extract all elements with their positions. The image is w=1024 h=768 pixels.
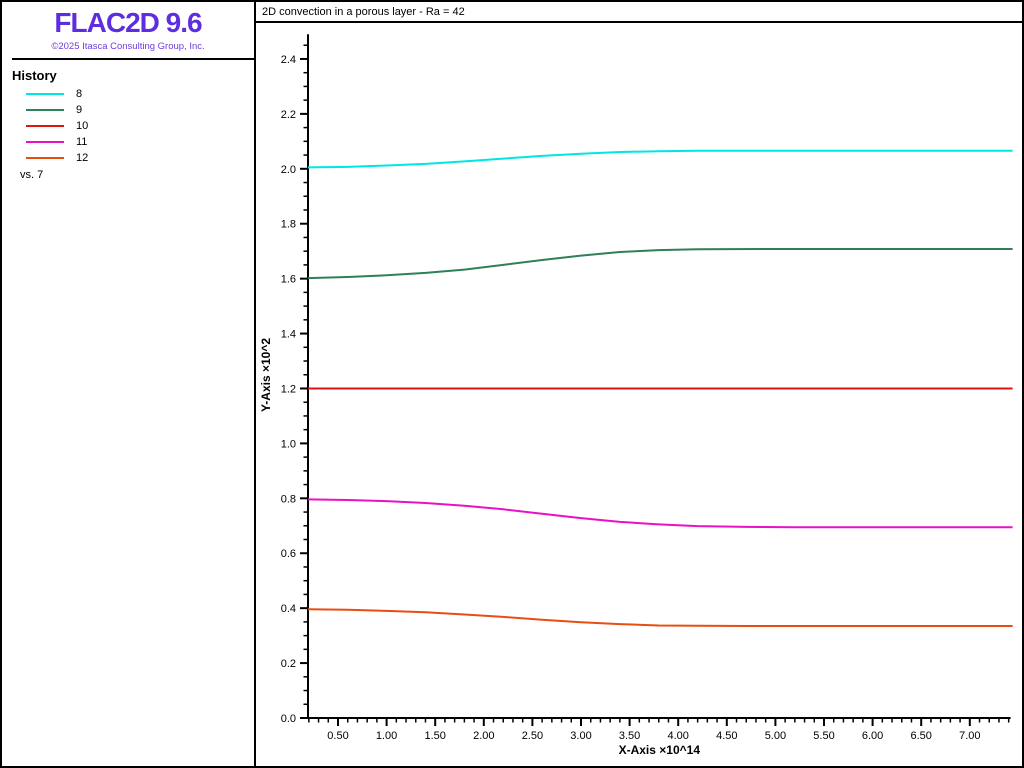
chart-panel: 2D convection in a porous layer - Ra = 4… (256, 2, 1022, 766)
vs-label: vs. 7 (20, 169, 44, 181)
y-axis-title: Y-Axis ×10^2 (259, 338, 273, 412)
x-axis-title: X-Axis ×10^14 (619, 743, 701, 757)
history-legend: 8 9 10 11 12 (2, 86, 254, 166)
y-tick-label: 1.6 (281, 274, 296, 286)
x-tick-label: 7.00 (959, 730, 980, 742)
x-tick-label: 3.00 (570, 730, 591, 742)
copyright-text: ©2025 Itasca Consulting Group, Inc. (51, 41, 205, 52)
app-window: FLAC2D 9.6 ©2025 Itasca Consulting Group… (0, 0, 1024, 768)
x-tick-label: 6.00 (862, 730, 883, 742)
y-tick-label: 1.2 (281, 383, 296, 395)
x-tick-label: 6.50 (910, 730, 931, 742)
x-tick-label: 2.50 (522, 730, 543, 742)
y-tick-label: 1.4 (281, 329, 296, 341)
y-tick-label: 2.4 (281, 54, 296, 66)
sidebar: FLAC2D 9.6 ©2025 Itasca Consulting Group… (2, 2, 256, 766)
y-tick-label: 0.4 (281, 603, 296, 615)
x-tick-label: 3.50 (619, 730, 640, 742)
series-line-9 (307, 248, 1013, 280)
x-tick-label: 5.00 (765, 730, 786, 742)
legend-label: 10 (76, 120, 89, 132)
y-tick-label: 0.6 (281, 548, 296, 560)
y-tick-label: 2.2 (281, 109, 296, 121)
series-line-12 (307, 608, 1013, 627)
x-tick-label: 0.50 (327, 730, 348, 742)
y-tick-label: 0.8 (281, 493, 296, 505)
series-line-11 (307, 498, 1013, 529)
x-tick-label: 5.50 (813, 730, 834, 742)
legend-swatch (26, 93, 64, 95)
history-heading: History (12, 68, 57, 83)
legend-swatch (26, 157, 64, 159)
legend-item: 10 (2, 118, 254, 134)
series-line-8 (307, 149, 1013, 169)
legend-swatch (26, 109, 64, 111)
x-tick-label: 2.00 (473, 730, 494, 742)
legend-label: 8 (76, 88, 83, 100)
sidebar-divider (12, 58, 254, 60)
legend-item: 12 (2, 150, 254, 166)
plot-area[interactable]: 0.0 0.2 0.4 0.6 0.8 1.0 1.2 1.4 1.6 1.8 2.0 2.2 2.4 0… (256, 23, 1022, 766)
x-tick-label: 1.00 (376, 730, 397, 742)
x-tick-label: 4.00 (667, 730, 688, 742)
legend-swatch (26, 141, 64, 143)
legend-label: 12 (76, 152, 89, 164)
legend-label: 9 (76, 104, 83, 116)
y-tick-label: 1.8 (281, 219, 296, 231)
x-tick-label: 4.50 (716, 730, 737, 742)
x-tick-label: 1.50 (424, 730, 445, 742)
legend-item: 9 (2, 102, 254, 118)
y-tick-label: 2.0 (281, 164, 296, 176)
legend-item: 11 (2, 134, 254, 150)
app-logo: FLAC2D 9.6 (54, 7, 202, 38)
legend-label: 11 (76, 136, 88, 148)
y-tick-label: 0.2 (281, 658, 296, 670)
legend-item: 8 (2, 86, 254, 102)
chart-title: 2D convection in a porous layer - Ra = 4… (256, 2, 1022, 23)
y-tick-label: 1.0 (281, 438, 296, 450)
legend-swatch (26, 125, 64, 127)
y-tick-label: 0.0 (281, 713, 296, 725)
